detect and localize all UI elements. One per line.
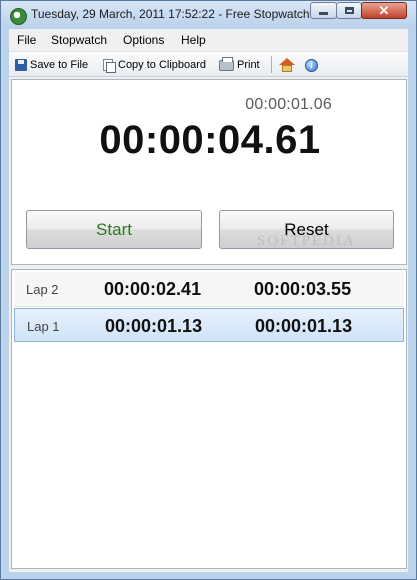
toolbar: Save to File Copy to Clipboard Print i: [9, 51, 408, 77]
window-title: Tuesday, 29 March, 2011 17:52:22 - Free …: [31, 7, 310, 21]
toolbar-separator: [271, 56, 272, 73]
lap-total-time: 00:00:03.55: [254, 279, 352, 299]
close-button[interactable]: ✕: [361, 2, 407, 19]
app-window: Tuesday, 29 March, 2011 17:52:22 - Free …: [0, 0, 417, 580]
lap-row-selected[interactable]: Lap 1 00:00:01.13 00:00:01.13: [14, 308, 404, 342]
menu-stopwatch[interactable]: Stopwatch: [51, 33, 107, 47]
minimize-button[interactable]: [310, 2, 337, 19]
lap-name: Lap 1: [27, 319, 60, 334]
save-to-file-label: Save to File: [30, 59, 89, 71]
softpedia-watermark: SOFTPEDIA: [257, 233, 356, 249]
home-button[interactable]: [279, 56, 295, 74]
maximize-icon: [344, 7, 354, 14]
floppy-disk-icon: [15, 59, 27, 71]
lap-name: Lap 2: [26, 282, 59, 297]
lap-time-display: 00:00:01.06: [245, 96, 332, 113]
print-label: Print: [237, 59, 260, 71]
title-bar[interactable]: Tuesday, 29 March, 2011 17:52:22 - Free …: [1, 1, 416, 29]
lap-split-time: 00:00:01.13: [105, 316, 203, 336]
client-area: File Stopwatch Options Help Save to File…: [9, 29, 408, 572]
menu-help[interactable]: Help: [181, 33, 206, 47]
copy-icon: [103, 58, 116, 73]
about-button[interactable]: i: [305, 56, 318, 74]
copy-to-clipboard-button[interactable]: Copy to Clipboard: [103, 56, 206, 74]
lap-total-time: 00:00:01.13: [255, 316, 353, 336]
stopwatch-panel: 00:00:01.06 00:00:04.61 Start Reset SOFT…: [11, 79, 407, 265]
menu-bar: File Stopwatch Options Help: [9, 29, 408, 51]
main-time-display: 00:00:04.61: [99, 118, 321, 162]
home-icon: [279, 57, 295, 73]
minimize-icon: [319, 12, 328, 15]
menu-options[interactable]: Options: [123, 33, 164, 47]
info-icon: i: [305, 58, 318, 72]
lap-split-time: 00:00:02.41: [104, 279, 202, 299]
maximize-button[interactable]: [336, 2, 362, 19]
close-icon: ✕: [378, 3, 390, 18]
lap-row[interactable]: Lap 2 00:00:02.41 00:00:03.55: [14, 272, 404, 307]
start-button[interactable]: Start: [26, 210, 202, 249]
printer-icon: [219, 56, 234, 71]
save-to-file-button[interactable]: Save to File: [15, 56, 88, 74]
menu-file[interactable]: File: [17, 33, 36, 47]
lap-list: Lap 2 00:00:02.41 00:00:03.55 Lap 1 00:0…: [11, 269, 407, 569]
print-button[interactable]: Print: [219, 56, 260, 74]
copy-to-clipboard-label: Copy to Clipboard: [118, 59, 207, 71]
stopwatch-icon: [10, 8, 27, 25]
